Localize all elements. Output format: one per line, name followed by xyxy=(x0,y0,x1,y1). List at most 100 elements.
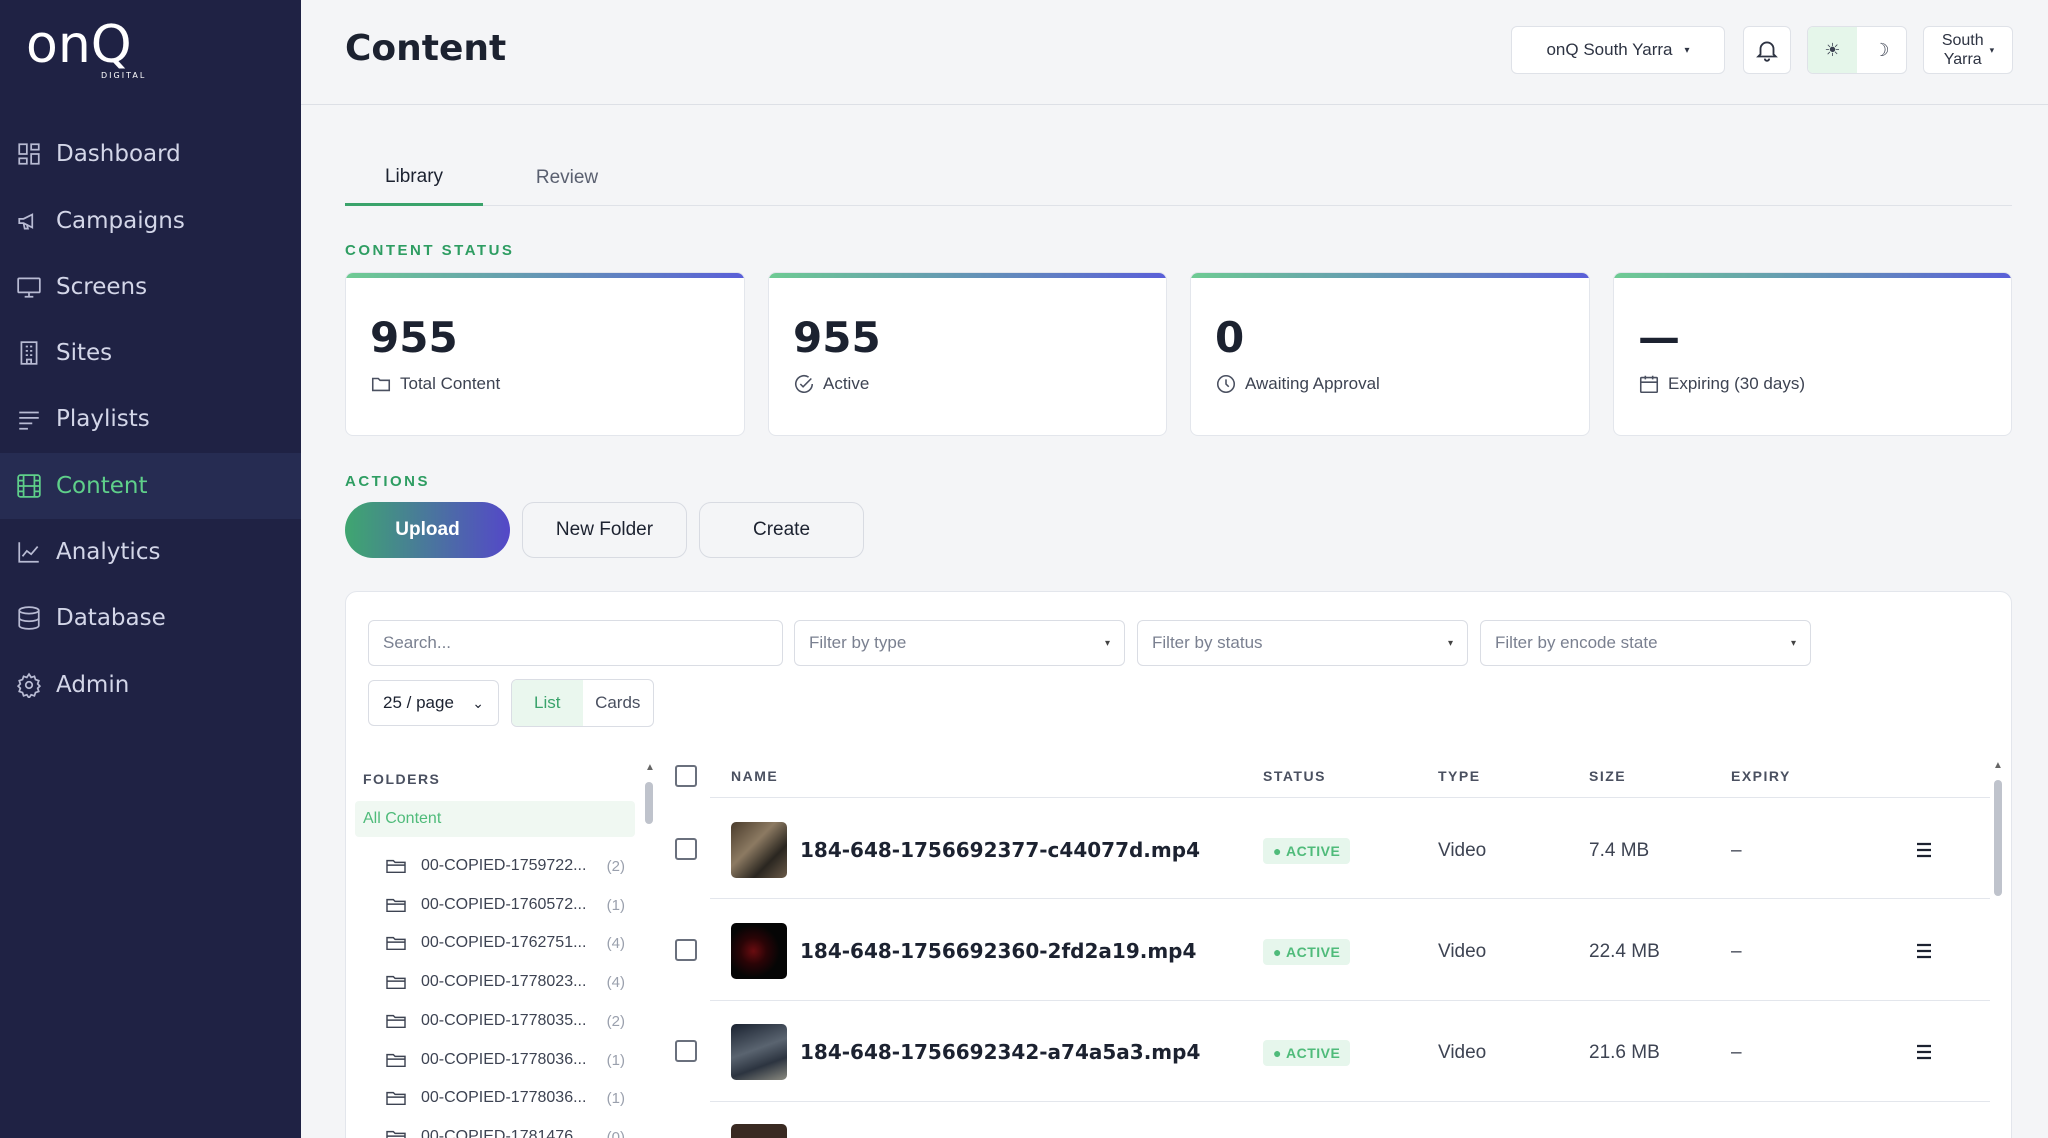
sidebar-item-label: Admin xyxy=(56,672,130,698)
table-divider xyxy=(710,1000,1990,1001)
folder-item[interactable]: 00-COPIED-1762751... (4) xyxy=(385,926,625,960)
per-page-select[interactable]: 25 / page ⌄ xyxy=(368,680,499,726)
row-menu-icon[interactable] xyxy=(1912,941,1936,961)
moon-icon[interactable]: ☽ xyxy=(1857,27,1906,73)
filter-encode-select[interactable]: Filter by encode state ▾ xyxy=(1480,620,1811,666)
stat-label: Awaiting Approval xyxy=(1215,373,1380,395)
tab-review[interactable]: Review xyxy=(517,150,617,206)
col-header-expiry[interactable]: EXPIRY xyxy=(1731,768,1791,784)
actions-label: ACTIONS xyxy=(345,473,430,490)
video-thumbnail[interactable] xyxy=(731,822,787,878)
folder-item[interactable]: 00-COPIED-1778036... (1) xyxy=(385,1081,625,1115)
row-checkbox[interactable] xyxy=(675,1040,697,1062)
top-header: Content onQ South Yarra ▾ ☀ ☽ South Yarr… xyxy=(301,0,2048,105)
sidebar-item-sites[interactable]: Sites xyxy=(0,320,301,386)
building-icon xyxy=(16,340,42,366)
scroll-up-icon[interactable]: ▲ xyxy=(1993,760,2003,771)
onq-logo[interactable]: onQ DIGITAL xyxy=(26,14,166,84)
file-expiry: – xyxy=(1731,941,1742,962)
sidebar-item-label: Dashboard xyxy=(56,141,181,167)
file-name[interactable]: 184-648-1756692342-a74a5a3.mp4 xyxy=(800,1040,1200,1064)
col-header-status[interactable]: STATUS xyxy=(1263,768,1326,784)
stat-value: 955 xyxy=(793,313,881,362)
status-badge: ● ACTIVE xyxy=(1263,838,1351,864)
folder-item[interactable]: 00-COPIED-1760572... (1) xyxy=(385,888,625,922)
sidebar-item-database[interactable]: Database xyxy=(0,585,301,651)
file-expiry: – xyxy=(1731,1042,1742,1063)
folder-item[interactable]: 00-COPIED-1778036... (1) xyxy=(385,1043,625,1077)
row-checkbox[interactable] xyxy=(675,939,697,961)
file-name[interactable]: 184-648-1756692360-2fd2a19.mp4 xyxy=(800,939,1196,963)
filter-type-select[interactable]: Filter by type ▾ xyxy=(794,620,1125,666)
folder-item[interactable]: 00-COPIED-1781476... (0) xyxy=(385,1120,625,1138)
sidebar-item-label: Playlists xyxy=(56,406,150,432)
card-accent-bar xyxy=(1191,273,1589,278)
video-thumbnail[interactable] xyxy=(731,1024,787,1080)
filter-encode-placeholder: Filter by encode state xyxy=(1495,633,1658,652)
search-input[interactable]: Search... xyxy=(368,620,783,666)
sun-icon[interactable]: ☀ xyxy=(1808,27,1857,73)
folder-item[interactable]: 00-COPIED-1778035... (2) xyxy=(385,1004,625,1038)
svg-text:onQ: onQ xyxy=(26,15,132,75)
stat-card-total: 955 Total Content xyxy=(345,272,745,436)
folder-open-icon xyxy=(386,859,406,874)
new-folder-button[interactable]: New Folder xyxy=(522,502,687,558)
folder-item[interactable]: 00-COPIED-1759722... (2) xyxy=(385,849,625,883)
folder-name: 00-COPIED-1778035... xyxy=(421,1012,587,1029)
scroll-thumb[interactable] xyxy=(645,782,653,824)
theme-toggle[interactable]: ☀ ☽ xyxy=(1807,26,1907,74)
video-thumbnail[interactable] xyxy=(731,923,787,979)
create-button[interactable]: Create xyxy=(699,502,864,558)
folder-item[interactable]: 00-COPIED-1778023... (4) xyxy=(385,965,625,999)
playlist-icon xyxy=(16,406,42,432)
row-menu-icon[interactable] xyxy=(1912,840,1936,860)
sidebar-item-label: Content xyxy=(56,473,148,499)
table-scrollbar[interactable]: ▲ xyxy=(1992,760,2004,1138)
stat-label-text: Total Content xyxy=(400,374,501,393)
col-header-type[interactable]: TYPE xyxy=(1438,768,1481,784)
scroll-thumb[interactable] xyxy=(1994,780,2002,896)
folder-name: 00-COPIED-1760572... xyxy=(421,896,587,913)
site-select[interactable]: onQ South Yarra ▾ xyxy=(1511,26,1725,74)
file-name[interactable]: 184-648-1756692377-c44077d.mp4 xyxy=(800,838,1200,862)
sidebar-item-screens[interactable]: Screens xyxy=(0,254,301,320)
user-menu-button[interactable]: South Yarra ▾ xyxy=(1923,26,2013,74)
folder-count: (1) xyxy=(606,1089,625,1107)
user-name-line2: Yarra xyxy=(1943,51,1982,68)
chevron-down-icon: ⌄ xyxy=(472,694,484,711)
view-cards-button[interactable]: Cards xyxy=(583,680,654,726)
sidebar-item-analytics[interactable]: Analytics xyxy=(0,519,301,585)
folder-open-icon xyxy=(386,1091,406,1106)
view-list-button[interactable]: List xyxy=(512,680,583,726)
folders-header: FOLDERS xyxy=(363,771,441,787)
bell-icon xyxy=(1756,41,1778,62)
row-checkbox[interactable] xyxy=(675,838,697,860)
chevron-down-icon: ▾ xyxy=(1447,637,1453,649)
sidebar-item-playlists[interactable]: Playlists xyxy=(0,386,301,452)
folder-name: 00-COPIED-1762751... xyxy=(421,934,587,951)
folder-all-content[interactable]: All Content xyxy=(355,801,635,837)
scroll-up-icon[interactable]: ▲ xyxy=(645,762,655,773)
select-all-checkbox[interactable] xyxy=(675,765,697,787)
col-header-name[interactable]: NAME xyxy=(731,768,778,784)
sidebar-item-admin[interactable]: Admin xyxy=(0,652,301,718)
filter-status-select[interactable]: Filter by status ▾ xyxy=(1137,620,1468,666)
sidebar-item-label: Screens xyxy=(56,274,148,300)
sidebar-item-campaigns[interactable]: Campaigns xyxy=(0,188,301,254)
tab-library[interactable]: Library xyxy=(345,150,483,206)
folder-count: (2) xyxy=(606,857,625,875)
upload-button[interactable]: Upload xyxy=(345,502,510,558)
filter-status-placeholder: Filter by status xyxy=(1152,633,1263,652)
sidebar-item-dashboard[interactable]: Dashboard xyxy=(0,121,301,187)
svg-text:DIGITAL: DIGITAL xyxy=(101,71,146,80)
col-header-size[interactable]: SIZE xyxy=(1589,768,1626,784)
sidebar-item-content[interactable]: Content xyxy=(0,453,301,519)
file-type: Video xyxy=(1438,1042,1487,1063)
row-menu-icon[interactable] xyxy=(1912,1042,1936,1062)
notifications-button[interactable] xyxy=(1743,26,1791,74)
file-size: 22.4 MB xyxy=(1589,941,1660,962)
status-badge: ● ACTIVE xyxy=(1263,939,1351,965)
site-select-value: onQ South Yarra xyxy=(1546,40,1673,59)
folders-scrollbar[interactable]: ▲ xyxy=(643,762,655,1138)
video-thumbnail[interactable] xyxy=(731,1124,787,1138)
